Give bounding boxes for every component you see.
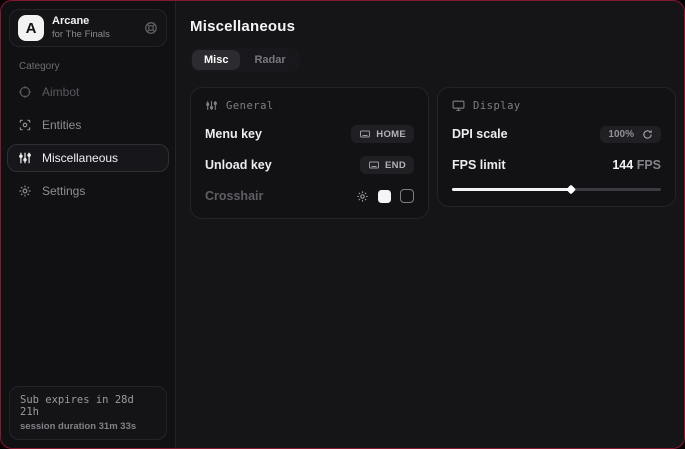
gear-icon xyxy=(18,184,32,198)
crosshair-toggle-checkbox[interactable] xyxy=(400,189,414,203)
sidebar-item-entities[interactable]: Entities xyxy=(7,111,169,139)
sidebar-item-miscellaneous[interactable]: Miscellaneous xyxy=(7,144,169,172)
display-card: Display DPI scale 100% FPS limit xyxy=(437,87,676,207)
sidebar-item-label: Settings xyxy=(42,184,85,198)
crosshair-color-swatch[interactable] xyxy=(378,190,391,203)
entities-icon xyxy=(18,118,32,132)
app-logo: A xyxy=(18,15,44,41)
category-label: Category xyxy=(19,61,175,72)
refresh-icon[interactable] xyxy=(642,129,653,140)
dpi-scale-label: DPI scale xyxy=(452,127,508,141)
menu-key-label: Menu key xyxy=(205,127,262,141)
sidebar-item-label: Entities xyxy=(42,118,81,132)
subscription-card: Sub expires in 28d 21h session duration … xyxy=(9,386,167,440)
tab-radar[interactable]: Radar xyxy=(242,50,297,70)
fps-limit-row: FPS limit 144 FPS xyxy=(452,156,661,174)
unload-key-bind-button[interactable]: END xyxy=(360,156,414,174)
card-title: General xyxy=(226,100,274,112)
menu-key-bind-button[interactable]: HOME xyxy=(351,125,414,143)
fps-limit-value: 144 xyxy=(612,158,633,172)
card-title: Display xyxy=(473,100,521,112)
lifebuoy-icon[interactable] xyxy=(144,21,158,35)
monitor-icon xyxy=(452,99,465,112)
slider-fill xyxy=(452,188,571,191)
unload-key-row: Unload key END xyxy=(205,156,414,174)
main-content: Miscellaneous Misc Radar General xyxy=(176,1,685,448)
unload-key-label: Unload key xyxy=(205,158,272,172)
crosshair-row: Crosshair xyxy=(205,187,414,205)
general-card: General Menu key HOME Unload key xyxy=(190,87,429,219)
keyboard-icon xyxy=(359,128,371,140)
tab-bar: Misc Radar xyxy=(190,48,300,72)
dpi-scale-row: DPI scale 100% xyxy=(452,125,661,143)
keyboard-icon xyxy=(368,159,380,171)
sliders-icon xyxy=(18,151,32,165)
dpi-scale-value: 100% xyxy=(608,129,634,140)
sidebar-item-label: Miscellaneous xyxy=(42,151,118,165)
crosshair-icon xyxy=(18,85,32,99)
slider-thumb[interactable] xyxy=(566,184,576,194)
dpi-scale-control[interactable]: 100% xyxy=(600,126,661,143)
sidebar-nav: Aimbot Entities Miscella xyxy=(1,78,175,205)
page-title: Miscellaneous xyxy=(190,18,676,35)
menu-key-row: Menu key HOME xyxy=(205,125,414,143)
app-header-card: A Arcane for The Finals xyxy=(9,9,167,47)
session-duration-text: session duration 31m 33s xyxy=(20,421,156,432)
sidebar-item-aimbot[interactable]: Aimbot xyxy=(7,78,169,106)
sidebar-item-settings[interactable]: Settings xyxy=(7,177,169,205)
cards-row: General Menu key HOME Unload key xyxy=(190,87,676,219)
unload-key-value: END xyxy=(385,160,406,171)
crosshair-label: Crosshair xyxy=(205,189,263,203)
sidebar-item-label: Aimbot xyxy=(42,85,79,99)
app-name: Arcane xyxy=(52,15,136,29)
app-window: A Arcane for The Finals Category xyxy=(0,0,685,449)
crosshair-settings-gear-icon[interactable] xyxy=(356,190,369,203)
menu-key-value: HOME xyxy=(376,129,406,140)
sidebar: A Arcane for The Finals Category xyxy=(1,1,176,448)
sub-expires-text: Sub expires in 28d 21h xyxy=(20,394,156,418)
fps-limit-unit: FPS xyxy=(637,158,661,172)
app-subtitle: for The Finals xyxy=(52,29,136,41)
sliders-icon xyxy=(205,99,218,112)
tab-misc[interactable]: Misc xyxy=(192,50,240,70)
fps-limit-label: FPS limit xyxy=(452,158,505,172)
fps-limit-slider[interactable] xyxy=(452,185,661,193)
